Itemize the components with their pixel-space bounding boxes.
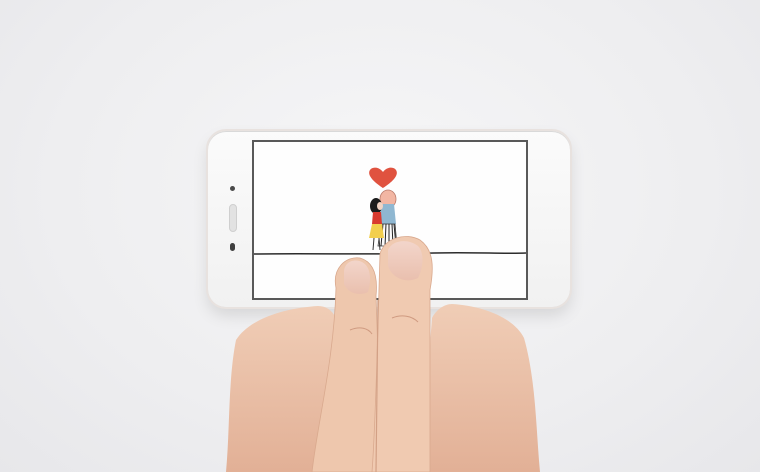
front-camera-icon <box>230 186 235 191</box>
phone-screen <box>252 140 528 300</box>
photo-scene <box>0 0 760 472</box>
proximity-sensor <box>230 243 235 251</box>
smartphone <box>206 129 572 309</box>
right-hand <box>420 304 540 472</box>
screen-illustration <box>253 167 527 255</box>
couple-figure <box>369 189 398 251</box>
speaker-grille <box>229 204 237 232</box>
heart-icon <box>369 167 397 188</box>
ground-line <box>253 251 527 255</box>
left-hand <box>226 306 344 472</box>
